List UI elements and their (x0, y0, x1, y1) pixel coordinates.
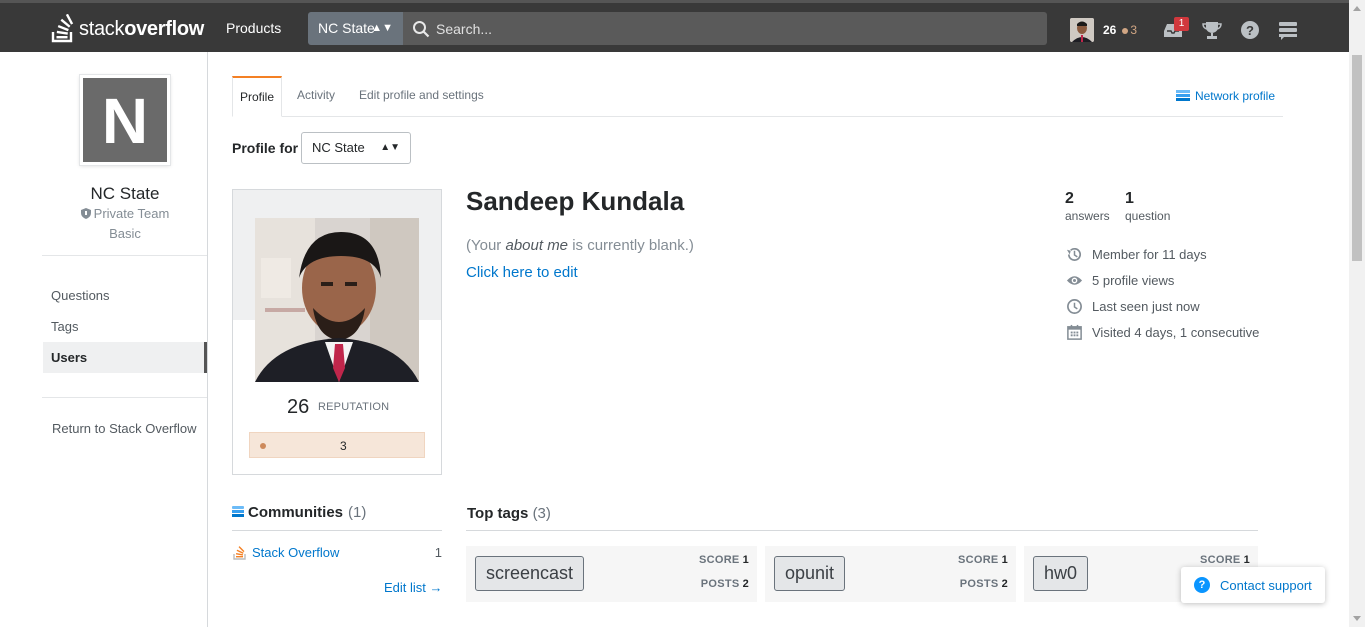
tag-score: SCORE 1 (957, 554, 1008, 566)
member-since: Member for 11 days (1066, 244, 1207, 264)
stackoverflow-logo[interactable]: stackoverflow (50, 13, 204, 45)
products-menu[interactable]: Products (214, 15, 293, 41)
user-profile-photo[interactable] (255, 218, 419, 382)
communities-heading: Communities (1) (232, 504, 366, 521)
scrollbar-thumb[interactable] (1352, 55, 1362, 261)
profile-for-value: NC State (312, 140, 365, 155)
tag-posts: POSTS 2 (959, 578, 1008, 590)
team-switcher-label: NC State (318, 20, 375, 36)
profile-for-label: Profile for (232, 140, 299, 156)
search-box (403, 12, 1047, 45)
tag-chip[interactable]: hw0 (1033, 556, 1089, 591)
help-circle-icon: ? (1194, 577, 1210, 593)
clock-icon (1067, 298, 1082, 314)
team-switcher[interactable]: NC State ▲▼ (308, 12, 403, 45)
return-to-stackoverflow-link[interactable]: Return to Stack Overflow (52, 421, 197, 436)
reputation-label: REPUTATION (318, 401, 390, 413)
tag-score: SCORE 1 (1199, 554, 1250, 566)
contact-support-button[interactable]: ? Contact support (1181, 567, 1325, 603)
profile-views: 5 profile views (1066, 270, 1174, 290)
profile-for-select[interactable]: NC State ▲▼ (301, 132, 411, 164)
network-profile-label: Network profile (1194, 89, 1275, 103)
team-plan: Basic (109, 226, 141, 241)
community-name: Stack Overflow (252, 545, 340, 560)
site-switcher-icon[interactable] (1277, 19, 1299, 41)
tab-profile[interactable]: Profile (232, 76, 283, 117)
visited-days: Visited 4 days, 1 consecutive (1066, 322, 1259, 342)
sidebar-divider (42, 255, 207, 256)
user-avatar[interactable] (1070, 18, 1094, 42)
profile-photo-image (255, 218, 419, 382)
scroll-down-arrow-icon[interactable] (1353, 616, 1361, 621)
search-icon (413, 21, 430, 38)
achievements-icon[interactable] (1201, 19, 1223, 41)
sidebar-divider (42, 397, 207, 398)
left-sidebar: N NC State Private Team Basic Questions … (0, 52, 208, 627)
tab-activity[interactable]: Activity (297, 76, 335, 117)
stackoverflow-icon (233, 546, 246, 560)
reputation-count: 26 (1103, 23, 1117, 37)
community-item[interactable]: Stack Overflow 1 (233, 545, 442, 560)
team-logo[interactable]: N (80, 75, 170, 165)
user-summary[interactable]: 26 3 (1070, 17, 1137, 43)
top-tags-heading: Top tags (3) (467, 505, 551, 522)
top-tags-divider (466, 530, 1258, 531)
team-type: Private Team (0, 206, 250, 221)
inbox-count-badge: 1 (1174, 17, 1189, 31)
questions-label: question (1125, 209, 1171, 223)
top-tag-card: screencast SCORE 1 POSTS 2 (466, 546, 757, 602)
stackexchange-icon (232, 506, 244, 517)
profile-tabs: Profile Activity Edit profile and settin… (232, 76, 1283, 117)
shield-icon (80, 208, 91, 219)
network-profile-link[interactable]: Network profile (1175, 89, 1275, 103)
help-icon[interactable]: ? (1239, 19, 1261, 41)
tag-chip[interactable]: screencast (475, 556, 585, 591)
svg-text:?: ? (1246, 23, 1254, 38)
calendar-icon (1067, 324, 1082, 340)
answers-label: answers (1065, 209, 1110, 223)
sort-arrows-icon: ▲▼ (380, 142, 400, 153)
reputation-value: 26 (287, 396, 310, 418)
edit-communities-link[interactable]: Edit list → (384, 580, 443, 595)
sort-arrows-icon: ▲▼ (371, 22, 393, 34)
last-seen: Last seen just now (1066, 296, 1200, 316)
scroll-up-arrow-icon[interactable] (1353, 6, 1361, 11)
tag-posts: POSTS 2 (700, 578, 749, 590)
logo-wordmark: stackoverflow (79, 17, 205, 40)
edit-about-link[interactable]: Click here to edit (466, 264, 578, 281)
communities-divider (232, 530, 442, 531)
stackoverflow-logo-icon (51, 14, 74, 43)
network-profile-icon (1175, 90, 1190, 101)
bronze-badge-icon (1122, 27, 1129, 34)
tab-edit-profile[interactable]: Edit profile and settings (359, 76, 484, 117)
top-bar: stackoverflow Products NC State ▲▼ 26 3 … (0, 0, 1349, 52)
team-name: NC State (90, 184, 160, 203)
answers-count: 2 (1065, 190, 1074, 207)
answers-stat[interactable]: 2 answers (1065, 190, 1110, 223)
community-reputation: 1 (434, 545, 442, 560)
bronze-badge-count: 3 (1122, 23, 1137, 37)
bronze-badge-count: 3 (340, 439, 347, 453)
tag-score: SCORE 1 (698, 554, 749, 566)
user-display-name: Sandeep Kundala (466, 186, 685, 216)
tag-chip[interactable]: opunit (774, 556, 846, 591)
questions-stat[interactable]: 1 question (1125, 190, 1170, 223)
eye-icon (1066, 275, 1083, 285)
contact-support-label: Contact support (1220, 577, 1312, 593)
bronze-badges-bar[interactable]: 3 (249, 432, 425, 458)
sidebar-item-questions[interactable]: Questions (43, 280, 207, 311)
page-scrollbar[interactable] (1349, 0, 1365, 627)
history-icon (1066, 247, 1081, 261)
bronze-badge-icon (260, 443, 266, 449)
about-me-text: (Your about me is currently blank.) (466, 237, 694, 254)
sidebar-item-tags[interactable]: Tags (43, 311, 207, 342)
sidebar-item-users[interactable]: Users (43, 342, 207, 373)
top-tag-card: opunit SCORE 1 POSTS 2 (765, 546, 1016, 602)
user-card: 26 REPUTATION 3 (232, 189, 442, 475)
questions-count: 1 (1125, 190, 1134, 207)
avatar-photo-icon (1070, 18, 1094, 42)
search-input[interactable] (436, 12, 1036, 45)
